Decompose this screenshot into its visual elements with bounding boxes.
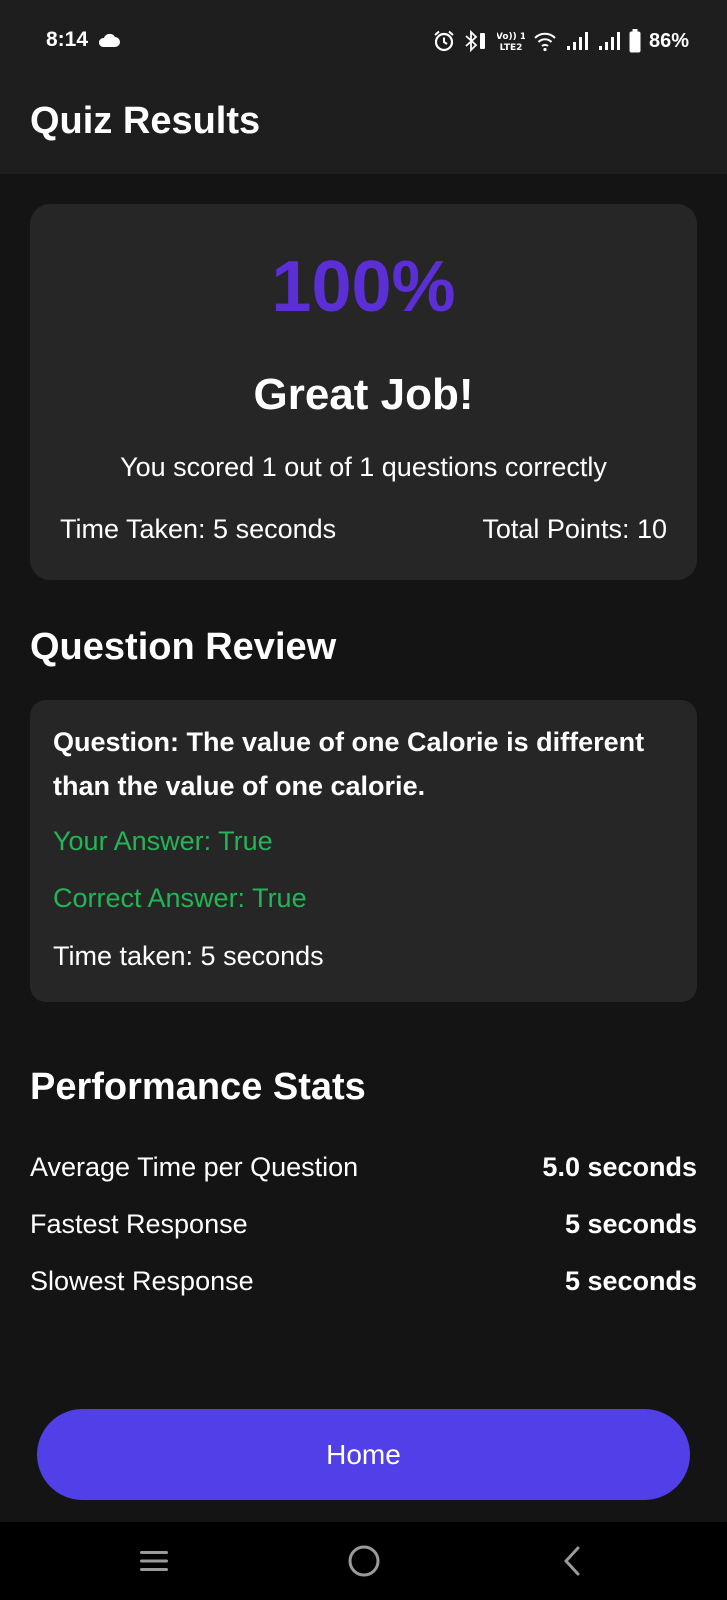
- signal-icon-2: [598, 32, 620, 50]
- system-nav-bar: [0, 1522, 727, 1600]
- status-icons: Vo)) 1 LTE2 86%: [433, 26, 689, 56]
- recents-icon: [140, 1551, 168, 1571]
- battery-percent: 86%: [648, 29, 689, 52]
- score-summary: You scored 1 out of 1 questions correctl…: [120, 452, 607, 482]
- stat-label: Average Time per Question: [30, 1152, 359, 1182]
- review-your-answer: Your Answer: True: [53, 826, 273, 856]
- nav-home-button[interactable]: [336, 1536, 392, 1586]
- stat-row-fastest-response: Fastest Response 5 seconds: [30, 1209, 697, 1249]
- bluetooth-icon: [465, 30, 485, 52]
- back-icon: [563, 1546, 580, 1576]
- cloud-icon: [98, 33, 120, 47]
- status-time: 8:14: [46, 28, 89, 51]
- stat-value: 5.0 seconds: [542, 1152, 697, 1182]
- review-question: Question: The value of one Calorie is di…: [53, 727, 645, 801]
- score-percent: 100%: [271, 247, 456, 327]
- status-bar: 8:14 Vo)) 1 LTE2 86%: [0, 0, 727, 82]
- stat-label: Slowest Response: [30, 1266, 254, 1296]
- stat-row-slowest-response: Slowest Response 5 seconds: [30, 1266, 697, 1306]
- performance-stats-heading: Performance Stats: [30, 1066, 366, 1108]
- wifi-icon: [534, 32, 556, 52]
- stat-row-average-time: Average Time per Question 5.0 seconds: [30, 1152, 697, 1192]
- nav-recents-button[interactable]: [126, 1536, 182, 1586]
- nav-back-button[interactable]: [544, 1536, 600, 1586]
- svg-text:LTE2: LTE2: [500, 43, 523, 53]
- question-review-card: Question: The value of one Calorie is di…: [30, 700, 697, 1002]
- time-taken: Time Taken: 5 seconds: [60, 514, 337, 544]
- svg-text:Vo)) 1: Vo)) 1: [497, 32, 525, 42]
- signal-icon: [566, 32, 588, 50]
- score-card: 100% Great Job! You scored 1 out of 1 qu…: [30, 204, 697, 580]
- review-correct-answer: Correct Answer: True: [53, 883, 307, 913]
- score-message: Great Job!: [253, 370, 474, 419]
- battery-icon: [629, 29, 641, 53]
- question-review-heading: Question Review: [30, 626, 337, 668]
- alarm-icon: [434, 30, 454, 52]
- stat-value: 5 seconds: [564, 1209, 697, 1239]
- page-title: Quiz Results: [30, 100, 261, 142]
- home-circle-icon: [348, 1545, 380, 1577]
- lte-icon: Vo)) 1 LTE2: [497, 32, 525, 53]
- stat-value: 5 seconds: [564, 1266, 697, 1296]
- app-header: Quiz Results: [0, 82, 727, 174]
- review-time-taken: Time taken: 5 seconds: [53, 941, 324, 971]
- total-points: Total Points: 10: [482, 514, 667, 544]
- home-button[interactable]: Home: [37, 1409, 690, 1500]
- stat-label: Fastest Response: [30, 1209, 248, 1239]
